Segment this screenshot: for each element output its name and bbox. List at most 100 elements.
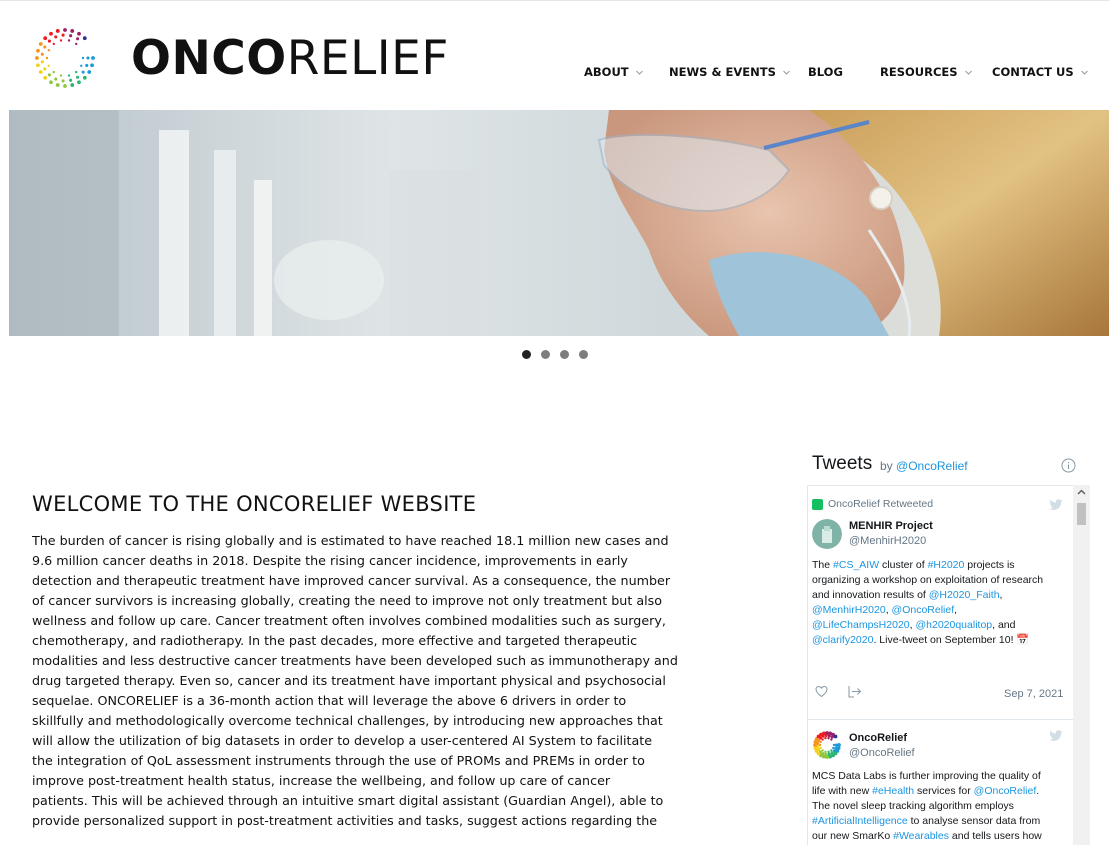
- tweet-date[interactable]: Sep 7, 2021: [1004, 688, 1063, 700]
- tweet-text-line: The novel sleep tracking algorithm emplo…: [812, 799, 1068, 814]
- scroll-up-arrow-icon[interactable]: [1077, 488, 1086, 497]
- tweet-text-line: @MenhirH2020, @OncoRelief,: [812, 603, 1068, 618]
- tweet-text-line: The #CS_AIW cluster of #H2020 projects i…: [812, 558, 1068, 573]
- chevron-down-icon: [635, 70, 643, 75]
- body-text-line: skillfully and methodologically overcome…: [32, 713, 663, 728]
- carousel-dots: [522, 350, 588, 359]
- body-text-line: improve post-treatment health status, in…: [32, 773, 611, 788]
- body-text-line: the integration of QoL assessment instru…: [32, 753, 645, 768]
- tweet-text-line: MCS Data Labs is further improving the q…: [812, 769, 1068, 784]
- body-text-line: patients. This will be achieved through …: [32, 793, 664, 808]
- tweet-text: The #CS_AIW cluster of #H2020 projects i…: [812, 558, 1068, 648]
- tweet-link[interactable]: @OncoRelief: [892, 604, 955, 616]
- twitter-bird-icon[interactable]: [1049, 730, 1063, 742]
- main-nav: ABOUT NEWS & EVENTS BLOG RESOURCES CONTA…: [0, 65, 1109, 85]
- tweets-by-handle-link[interactable]: @OncoRelief: [896, 459, 968, 473]
- tweet-text-segment: , and: [992, 619, 1016, 631]
- tweet-actions: [815, 685, 862, 698]
- tweet-text-segment: life with new: [812, 785, 873, 797]
- tweet-text-line: life with new #eHealth services for @Onc…: [812, 784, 1068, 799]
- tweet-text-segment: The novel sleep tracking algorithm emplo…: [812, 800, 1014, 812]
- body-text-line: of cancer survivors is increasing global…: [32, 593, 663, 608]
- tweet-link[interactable]: @clarify2020: [812, 634, 873, 646]
- tweet-link[interactable]: #eHealth: [872, 785, 914, 797]
- tweet-text-line: #ArtificialIntelligence to analyse senso…: [812, 814, 1068, 829]
- tweet-separator: [807, 719, 1073, 720]
- nav-item-resources[interactable]: RESOURCES: [880, 65, 973, 79]
- nav-label: ABOUT: [584, 65, 629, 79]
- tweet-text-segment: our new SmarKo: [812, 830, 894, 842]
- nav-label: RESOURCES: [880, 65, 958, 79]
- chevron-down-icon: [783, 70, 790, 75]
- body-text-line: chemotherapy, and radiotherapy. In the p…: [32, 633, 638, 648]
- welcome-heading: WELCOME TO THE ONCORELIEF WEBSITE: [32, 492, 477, 516]
- tweet-link[interactable]: @MenhirH2020: [812, 604, 886, 616]
- tweet-text-segment: The: [812, 559, 834, 571]
- oncorelief-avatar[interactable]: [812, 730, 842, 760]
- nav-label: NEWS & EVENTS: [669, 65, 776, 79]
- nav-item-blog[interactable]: BLOG: [808, 65, 843, 79]
- menhir-avatar[interactable]: [812, 519, 842, 549]
- tweet-link[interactable]: #H2020: [928, 559, 965, 571]
- tweets-by-label: by: [880, 459, 893, 473]
- tweet-link[interactable]: #Wearables: [893, 830, 949, 842]
- tweet-link[interactable]: @OncoRelief: [974, 785, 1037, 797]
- tweet-author-handle[interactable]: @OncoRelief: [849, 747, 915, 759]
- share-icon[interactable]: [848, 685, 862, 698]
- tweet-author-name[interactable]: MENHIR Project: [849, 520, 933, 532]
- chevron-down-icon: [964, 70, 972, 75]
- body-text-line: The burden of cancer is rising globally …: [32, 533, 669, 548]
- carousel-dot-2[interactable]: [541, 350, 550, 359]
- tweet-text-segment: and innovation results of: [812, 589, 929, 601]
- tweet-author-handle[interactable]: @MenhirH2020: [849, 535, 926, 547]
- tweets-title: Tweets: [812, 453, 873, 474]
- tweet-link[interactable]: #CS_AIW: [833, 559, 879, 571]
- carousel-dot-1[interactable]: [522, 350, 531, 359]
- tweet-link[interactable]: @H2020_Faith: [929, 589, 1000, 601]
- tweet-text-line: and innovation results of @H2020_Faith,: [812, 588, 1068, 603]
- tweet-text-segment: MCS Data Labs is further improving the q…: [812, 770, 1041, 782]
- nav-label: CONTACT US: [992, 65, 1074, 79]
- nav-item-news-events[interactable]: NEWS & EVENTS: [669, 65, 791, 79]
- tweet-text-segment: cluster of: [879, 559, 928, 571]
- site-header: ONCORELIEF ABOUT NEWS & EVENTS BLOG RESO…: [0, 0, 1109, 110]
- welcome-body-text: The burden of cancer is rising globally …: [32, 531, 732, 831]
- tweet-text-segment: organizing a workshop on exploitation of…: [812, 574, 1044, 586]
- info-icon[interactable]: [1061, 458, 1076, 473]
- like-heart-icon[interactable]: [815, 685, 828, 698]
- tweet-author-name[interactable]: OncoRelief: [849, 732, 907, 744]
- body-text-line: wellness and follow up care. Cancer trea…: [32, 613, 666, 628]
- body-text-line: modalities and less destructive cancer t…: [32, 653, 678, 668]
- body-text-line: sequelae. ONCORELIEF is a 36-month actio…: [32, 693, 627, 708]
- body-text-line: 9.6 million cancer deaths in 2018. Despi…: [32, 553, 628, 568]
- twitter-bird-icon[interactable]: [1049, 499, 1063, 511]
- nav-label: BLOG: [808, 65, 843, 79]
- scrollbar-thumb[interactable]: [1077, 503, 1086, 525]
- tweet-text-line: @LifeChampsH2020, @h2020qualitop, and: [812, 618, 1068, 633]
- tweet-text-line: our new SmarKo #Wearables and tells user…: [812, 829, 1068, 844]
- timeline-scrollbar[interactable]: [1073, 485, 1090, 845]
- carousel-dot-3[interactable]: [560, 350, 569, 359]
- lab-scientist-photo: [9, 110, 1109, 336]
- tweet-text-line: @clarify2020. Live-tweet on September 10…: [812, 633, 1068, 648]
- body-text-line: detection and therapeutic treatment have…: [32, 573, 671, 588]
- tweet-text-segment: ,: [999, 589, 1003, 601]
- retweet-icon: [812, 498, 823, 510]
- body-text-line: provide personalized support in post-tre…: [32, 813, 658, 828]
- tweet-text-segment: to analyse sensor data from: [907, 815, 1041, 827]
- tweet-link[interactable]: @h2020qualitop: [915, 619, 992, 631]
- tweets-by: by @OncoRelief: [880, 459, 968, 473]
- nav-item-contact-us[interactable]: CONTACT US: [992, 65, 1089, 79]
- tweet-link[interactable]: @LifeChampsH2020: [812, 619, 910, 631]
- tweet-link[interactable]: #ArtificialIntelligence: [812, 815, 908, 827]
- tweet-text-segment: projects is: [964, 559, 1015, 571]
- tweet-text-segment: services for: [914, 785, 974, 797]
- chevron-down-icon: [1080, 70, 1088, 75]
- nav-item-about[interactable]: ABOUT: [584, 65, 644, 79]
- carousel-dot-4[interactable]: [579, 350, 588, 359]
- hero-slider-image: [9, 110, 1109, 336]
- retweet-indicator: OncoRelief Retweeted: [812, 498, 933, 510]
- tweet-text-segment: .: [1036, 785, 1040, 797]
- tweet-text: MCS Data Labs is further improving the q…: [812, 769, 1068, 844]
- tweet-text-line: organizing a workshop on exploitation of…: [812, 573, 1068, 588]
